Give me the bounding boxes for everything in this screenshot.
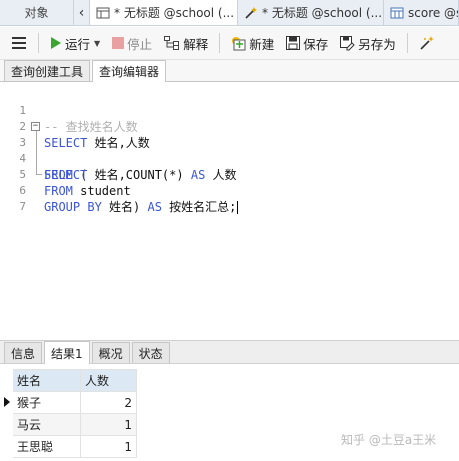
document-tab-strip: 对象 ‹ * 无标题 @school (... * 无标题 @school (.… bbox=[0, 0, 459, 26]
table-cell[interactable]: 1 bbox=[80, 413, 137, 436]
tab-query-2[interactable]: * 无标题 @school (... bbox=[238, 0, 384, 25]
code-line: 3 − FROM ( bbox=[0, 119, 459, 183]
code-line: 6 GROUP BY 姓名) AS 按姓名汇总; bbox=[0, 167, 459, 214]
tab-score-label: score @s bbox=[408, 5, 459, 20]
grid-header-row: 姓名 人数 bbox=[0, 369, 137, 392]
row-indicator bbox=[0, 413, 13, 436]
text-cursor bbox=[237, 201, 239, 214]
sql-text: 按姓名汇总; bbox=[161, 200, 237, 214]
result-panel-tabs: 信息 结果1 概况 状态 bbox=[0, 340, 459, 364]
save-as-button[interactable]: 另存为 bbox=[337, 31, 399, 55]
tab-overview-label: 概况 bbox=[98, 346, 123, 361]
tab-query-builder[interactable]: 查询创建工具 bbox=[4, 60, 91, 81]
sql-text: 姓名) bbox=[101, 200, 148, 214]
floppy-disk-icon bbox=[286, 36, 301, 50]
tab-query-1-label: * 无标题 @school (... bbox=[114, 6, 235, 20]
tab-status[interactable]: 状态 bbox=[131, 342, 170, 363]
code-line: 7 bbox=[0, 183, 459, 213]
table-cell[interactable]: 2 bbox=[80, 391, 137, 414]
tab-info-label: 信息 bbox=[11, 346, 36, 361]
tab-query-editor[interactable]: 查询编辑器 bbox=[92, 60, 167, 82]
play-icon bbox=[51, 37, 61, 49]
tab-query-builder-label: 查询创建工具 bbox=[11, 64, 84, 79]
table-cell[interactable]: 王思聪 bbox=[12, 435, 81, 458]
tab-query-2-label: * 无标题 @school (... bbox=[262, 6, 383, 20]
toolbar-divider bbox=[38, 33, 39, 53]
query-toolbar: 运行 ▼ 停止 解释 新建 保存 另存为 bbox=[0, 27, 459, 60]
result-grid[interactable]: 姓名 人数 猴子 2 马云 1 王思聪 1 bbox=[0, 369, 137, 458]
query-wand-icon bbox=[245, 6, 257, 19]
column-header-count[interactable]: 人数 bbox=[80, 369, 137, 392]
menu-button[interactable] bbox=[8, 32, 30, 54]
chevron-left-icon: ‹ bbox=[78, 4, 85, 21]
table-row[interactable]: 马云 1 bbox=[0, 413, 137, 436]
save-as-icon bbox=[340, 35, 355, 50]
run-label: 运行 bbox=[65, 36, 91, 52]
watermark-text: 知乎 @土豆a王米 bbox=[341, 433, 437, 447]
explain-button[interactable]: 解释 bbox=[161, 31, 211, 55]
explain-label: 解释 bbox=[183, 36, 209, 52]
hamburger-icon bbox=[12, 37, 26, 49]
save-as-label: 另存为 bbox=[358, 36, 396, 52]
code-line: 5 FROM student bbox=[0, 151, 459, 198]
stop-button[interactable]: 停止 bbox=[109, 31, 155, 55]
code-line: 4 SELECT 姓名,COUNT(*) AS 人数 bbox=[0, 135, 459, 182]
table-grid-icon bbox=[96, 7, 110, 18]
table-cell[interactable]: 马云 bbox=[12, 413, 81, 436]
tab-overview[interactable]: 概况 bbox=[91, 342, 130, 363]
tab-query-editor-label: 查询编辑器 bbox=[99, 65, 160, 79]
current-row-indicator bbox=[0, 391, 13, 414]
column-header-name[interactable]: 姓名 bbox=[12, 369, 81, 392]
new-query-icon bbox=[232, 36, 246, 50]
stop-icon bbox=[112, 37, 125, 49]
row-pointer-icon bbox=[4, 396, 10, 407]
table-grid-icon bbox=[390, 7, 404, 18]
code-line: 1 -- 查找姓名人数 bbox=[0, 87, 459, 134]
sql-keyword: AS bbox=[147, 200, 162, 214]
table-cell[interactable]: 猴子 bbox=[12, 391, 81, 414]
toolbar-divider bbox=[406, 33, 408, 53]
save-button[interactable]: 保存 bbox=[283, 31, 331, 55]
line-number: 7 bbox=[19, 200, 26, 213]
tab-info[interactable]: 信息 bbox=[4, 342, 43, 363]
table-row[interactable]: 猴子 2 bbox=[0, 391, 137, 414]
tab-score-table[interactable]: score @s bbox=[384, 0, 459, 25]
query-mode-tabs: 查询创建工具 查询编辑器 bbox=[0, 60, 459, 82]
fold-collapse-icon[interactable]: − bbox=[31, 122, 40, 131]
new-button[interactable]: 新建 bbox=[228, 31, 277, 55]
row-indicator bbox=[0, 435, 13, 458]
row-indicator-header bbox=[0, 369, 13, 392]
sql-keyword: GROUP BY bbox=[44, 200, 102, 214]
tab-objects-label: 对象 bbox=[24, 6, 49, 20]
code-line: 2 SELECT 姓名,人数 bbox=[0, 103, 459, 150]
magic-wand-icon bbox=[420, 36, 434, 50]
table-cell[interactable]: 1 bbox=[80, 435, 137, 458]
run-dropdown-icon[interactable]: ▼ bbox=[94, 39, 100, 48]
tab-objects[interactable]: 对象 bbox=[0, 0, 74, 25]
new-label: 新建 bbox=[249, 36, 275, 52]
stop-label: 停止 bbox=[127, 36, 153, 52]
table-row[interactable]: 王思聪 1 bbox=[0, 435, 137, 458]
tab-status-label: 状态 bbox=[138, 346, 163, 361]
tab-result-1[interactable]: 结果1 bbox=[44, 341, 90, 364]
save-label: 保存 bbox=[303, 36, 329, 52]
toolbar-divider bbox=[219, 33, 221, 53]
sql-editor[interactable]: 1 -- 查找姓名人数 2 SELECT 姓名,人数 3 − FROM ( 4 … bbox=[0, 83, 459, 338]
tab-result-1-label: 结果1 bbox=[51, 346, 83, 361]
tab-scroll-left-button[interactable]: ‹ bbox=[74, 0, 90, 25]
beautify-button[interactable] bbox=[416, 31, 438, 55]
tab-query-1[interactable]: * 无标题 @school (... bbox=[90, 0, 238, 25]
run-button[interactable]: 运行 ▼ bbox=[47, 31, 103, 55]
explain-tree-icon bbox=[164, 36, 180, 50]
